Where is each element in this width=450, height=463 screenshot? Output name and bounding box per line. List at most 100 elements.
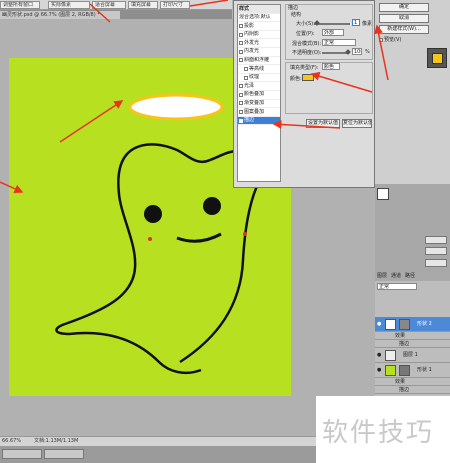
doc-size: 文档:1.13M/1.13M bbox=[34, 438, 79, 444]
layer-row-shape2[interactable]: ● 形状 2 bbox=[375, 317, 450, 332]
style-preview-thumb bbox=[427, 48, 447, 68]
stroke-effect-label: 描边 bbox=[399, 341, 410, 347]
size-unit: 像素 bbox=[362, 21, 373, 27]
size-input[interactable]: 1 bbox=[352, 19, 360, 26]
smile-mouth bbox=[176, 232, 222, 243]
halo-ellipse bbox=[128, 93, 224, 121]
right-eye bbox=[203, 197, 221, 215]
layer-row-layer1[interactable]: ● 图层 1 bbox=[375, 348, 450, 363]
fill-type-label: 填充类型(F): bbox=[290, 65, 319, 71]
zoom-level[interactable]: 66.67% bbox=[2, 437, 21, 446]
fill-panel: 填充类型(F): 颜色 颜色: bbox=[285, 62, 373, 114]
effects-label: 效果 bbox=[395, 333, 406, 339]
stroke-title: 描边 bbox=[288, 5, 299, 11]
tab-paths[interactable]: 路径 bbox=[405, 272, 415, 281]
tab-layers[interactable]: 图层 bbox=[377, 272, 387, 281]
cancel-button[interactable]: 取消 bbox=[379, 14, 429, 23]
stroke-effect-label: 描边 bbox=[399, 387, 410, 393]
layer-effects-row[interactable]: 效果 bbox=[375, 332, 450, 340]
fit-screen-button[interactable]: 适合屏幕 bbox=[92, 1, 126, 9]
style-inner-glow[interactable]: 内发光 bbox=[238, 48, 280, 57]
fill-screen-button[interactable]: 填充屏幕 bbox=[128, 1, 158, 9]
style-bevel-emboss[interactable]: 斜面和浮雕 bbox=[238, 57, 280, 66]
style-outer-glow[interactable]: 外发光 bbox=[238, 39, 280, 48]
props-thumbnail bbox=[377, 188, 389, 200]
style-list: 样式 混合选项:默认 投影 内阴影 外发光 内发光 斜面和浮雕 等高线 纹理 光… bbox=[237, 4, 281, 182]
opacity-unit: % bbox=[365, 49, 370, 55]
style-list-title: 样式 bbox=[238, 5, 280, 14]
fill-type-select[interactable]: 颜色 bbox=[322, 63, 340, 70]
opacity-input[interactable]: 100 bbox=[352, 48, 362, 55]
props-button-c[interactable] bbox=[425, 259, 447, 267]
style-stroke[interactable]: 描边 bbox=[238, 116, 280, 126]
color-label: 颜色: bbox=[290, 76, 302, 82]
props-button-b[interactable] bbox=[425, 247, 447, 255]
taskbar-item-2[interactable] bbox=[44, 449, 84, 459]
layer-thumb bbox=[385, 319, 396, 330]
opacity-label: 不透明度(O): bbox=[292, 50, 322, 56]
layer-name: 形状 1 bbox=[417, 367, 432, 373]
stroke-color-swatch[interactable] bbox=[302, 74, 314, 81]
layer-name: 图层 1 bbox=[403, 352, 418, 358]
layers-panel: 图层 通道 路径 正常 ● 形状 2 效果 描边 ● 图层 1 ● 形状 1 效… bbox=[375, 272, 450, 396]
layer-mask-thumb bbox=[399, 365, 410, 376]
taskbar-item-1[interactable] bbox=[2, 449, 42, 459]
effects-label: 效果 bbox=[395, 379, 406, 385]
fit-all-windows-button[interactable]: 调整所有窗口 bbox=[0, 1, 40, 9]
ok-button[interactable]: 确定 bbox=[379, 3, 429, 12]
preview-label: 预览(V) bbox=[384, 37, 402, 43]
style-contour[interactable]: 等高线 bbox=[238, 65, 280, 74]
eye-icon[interactable]: ● bbox=[377, 317, 381, 332]
document-tab[interactable]: 幽灵形状.psd @ 66.7% (图层 2, RGB/8) * bbox=[0, 11, 120, 19]
blend-mode-label: 混合模式(B): bbox=[292, 41, 322, 47]
layer-stroke-row-2[interactable]: 描边 bbox=[375, 386, 450, 394]
layer-thumb bbox=[385, 365, 396, 376]
layer-thumb bbox=[385, 350, 396, 361]
layer-stroke-row[interactable]: 描边 bbox=[375, 340, 450, 348]
blend-mode-select[interactable]: 正常 bbox=[322, 39, 356, 46]
style-satin[interactable]: 光泽 bbox=[238, 82, 280, 91]
style-preview-swatch bbox=[432, 53, 443, 64]
layer-mask-thumb bbox=[399, 319, 410, 330]
ghost-outline bbox=[55, 143, 262, 374]
style-gradient-overlay[interactable]: 渐变叠加 bbox=[238, 100, 280, 109]
opacity-slider[interactable] bbox=[322, 52, 348, 54]
stroke-panel: 描边 结构 大小(S): 1 像素 位置(P): 外部 混合模式(B): 正常 … bbox=[285, 4, 373, 60]
layer-style-dialog: 样式 混合选项:默认 投影 内阴影 外发光 内发光 斜面和浮雕 等高线 纹理 光… bbox=[233, 0, 375, 188]
options-bar: 调整所有窗口 实际像素 适合屏幕 填充屏幕 打印尺寸 bbox=[0, 0, 232, 10]
actual-pixels-button[interactable]: 实际像素 bbox=[48, 1, 90, 9]
preview-checkbox[interactable]: 预览(V) bbox=[379, 36, 401, 43]
status-bar: 66.67% 文档:1.13M/1.13M bbox=[0, 436, 316, 446]
eye-icon[interactable]: ● bbox=[377, 363, 381, 378]
position-select[interactable]: 外部 bbox=[322, 29, 344, 36]
size-label: 大小(S): bbox=[296, 21, 315, 27]
layer-row-shape1[interactable]: ● 形状 1 bbox=[375, 363, 450, 378]
set-default-button[interactable]: 设置为默认值 bbox=[306, 119, 340, 128]
layer-blend-select[interactable]: 正常 bbox=[377, 283, 417, 290]
reset-default-button[interactable]: 复位为默认值 bbox=[342, 119, 372, 128]
style-texture[interactable]: 纹理 bbox=[238, 74, 280, 83]
properties-panel bbox=[375, 184, 450, 272]
style-color-overlay[interactable]: 颜色叠加 bbox=[238, 91, 280, 100]
eye-icon[interactable]: ● bbox=[377, 348, 381, 363]
layer-name: 形状 2 bbox=[417, 321, 432, 327]
props-button-a[interactable] bbox=[425, 236, 447, 244]
taskbar bbox=[0, 446, 316, 463]
left-eye bbox=[144, 205, 162, 223]
style-drop-shadow[interactable]: 投影 bbox=[238, 22, 280, 31]
structure-title: 结构 bbox=[291, 12, 302, 18]
position-label: 位置(P): bbox=[296, 31, 315, 37]
tab-channels[interactable]: 通道 bbox=[391, 272, 401, 281]
watermark-text: 软件技巧 bbox=[322, 418, 435, 448]
watermark-box: 软件技巧 bbox=[316, 396, 450, 463]
layers-tab-bar: 图层 通道 路径 bbox=[375, 272, 450, 281]
print-size-button[interactable]: 打印尺寸 bbox=[160, 1, 190, 9]
document-tab-bar: 幽灵形状.psd @ 66.7% (图层 2, RGB/8) * bbox=[0, 10, 232, 19]
style-blending-options[interactable]: 混合选项:默认 bbox=[238, 14, 280, 23]
right-cheek bbox=[243, 232, 247, 236]
new-style-button[interactable]: 新建样式(W)... bbox=[379, 25, 429, 34]
layer-effects-row-2[interactable]: 效果 bbox=[375, 378, 450, 386]
style-inner-shadow[interactable]: 内阴影 bbox=[238, 31, 280, 40]
style-pattern-overlay[interactable]: 图案叠加 bbox=[238, 108, 280, 117]
left-cheek bbox=[148, 237, 152, 241]
